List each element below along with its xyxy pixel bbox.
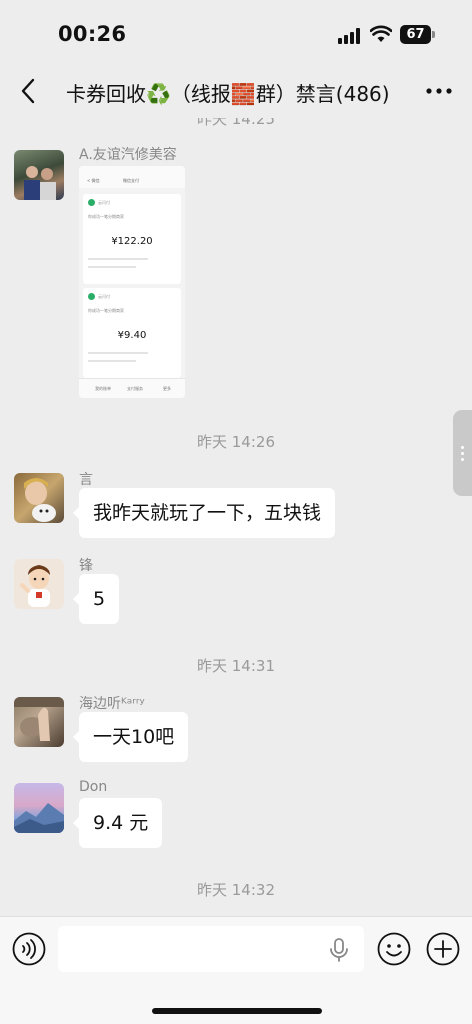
chat-message-list[interactable]: 昨天 14:25 A.友谊汽修美容 < 微信 微信支付 云闪付 你成功一笔分期商… [0,118,472,916]
avatar[interactable] [14,783,64,833]
message-bubble[interactable]: 5 [72,574,120,624]
home-indicator[interactable] [152,1008,322,1014]
sender-name: 言 [79,472,93,488]
status-time: 00:26 [58,22,127,46]
payment-amount: ¥9.40 [117,330,147,341]
payment-card: 云闪付 你成功一笔分期商家 ¥9.40 [83,288,181,378]
sender-name: Don [79,779,108,795]
payment-logo-icon [88,199,95,206]
message-input[interactable] [58,926,364,972]
avatar-landscape-icon [14,803,64,833]
avatar[interactable] [14,697,64,747]
message-bubble[interactable]: 一天10吧 [72,712,189,762]
payment-logo-icon [88,293,95,300]
payment-amount: ¥122.20 [111,236,153,247]
sender-name: A.友谊汽修美容 [79,147,177,163]
status-bar: 00:26 67 [0,0,472,64]
message-bubble[interactable]: 9.4 元 [72,798,163,848]
message-timestamp: 昨天 14:25 [197,118,275,128]
message-timestamp: 昨天 14:26 [197,433,275,451]
wifi-icon [370,25,392,42]
message-bubble[interactable]: 我昨天就玩了一下，五块钱 [72,488,336,538]
back-arrow-icon[interactable] [14,74,44,108]
add-more-icon[interactable] [426,932,460,966]
sender-name: 海边听ᴷᵃʳʳʸ [79,696,145,712]
sender-name: 锋 [79,558,93,574]
chat-title: 卡券回收♻️（线报🧱群）禁言(486) [66,82,390,106]
voice-input-icon[interactable] [12,932,46,966]
image-tabbar: 我的账单 支付服务 更多 [79,378,185,398]
emoji-icon[interactable] [377,932,411,966]
chat-nav-bar: 卡券回收♻️（线报🧱群）禁言(486) [0,64,472,118]
avatar[interactable] [14,559,64,609]
microphone-icon[interactable] [327,937,351,963]
message-timestamp: 昨天 14:32 [197,881,275,899]
image-message[interactable]: < 微信 微信支付 云闪付 你成功一笔分期商家 ¥122.20 云闪付 你成功一… [79,166,185,398]
image-header: < 微信 微信支付 [79,166,185,188]
avatar[interactable] [14,473,64,523]
avatar[interactable] [14,150,64,200]
side-drawer-handle[interactable] [453,410,472,496]
avatar-photo-icon [24,478,56,522]
battery-icon: 67 [400,25,435,44]
more-options-icon[interactable] [424,76,454,106]
input-bar [0,916,472,1024]
avatar-photo-icon [24,166,56,200]
avatar-photo-icon [14,697,64,741]
message-timestamp: 昨天 14:31 [197,657,275,675]
cellular-signal-icon [338,28,362,44]
payment-card: 云闪付 你成功一笔分期商家 ¥122.20 [83,194,181,284]
avatar-cartoon-icon [20,565,50,607]
